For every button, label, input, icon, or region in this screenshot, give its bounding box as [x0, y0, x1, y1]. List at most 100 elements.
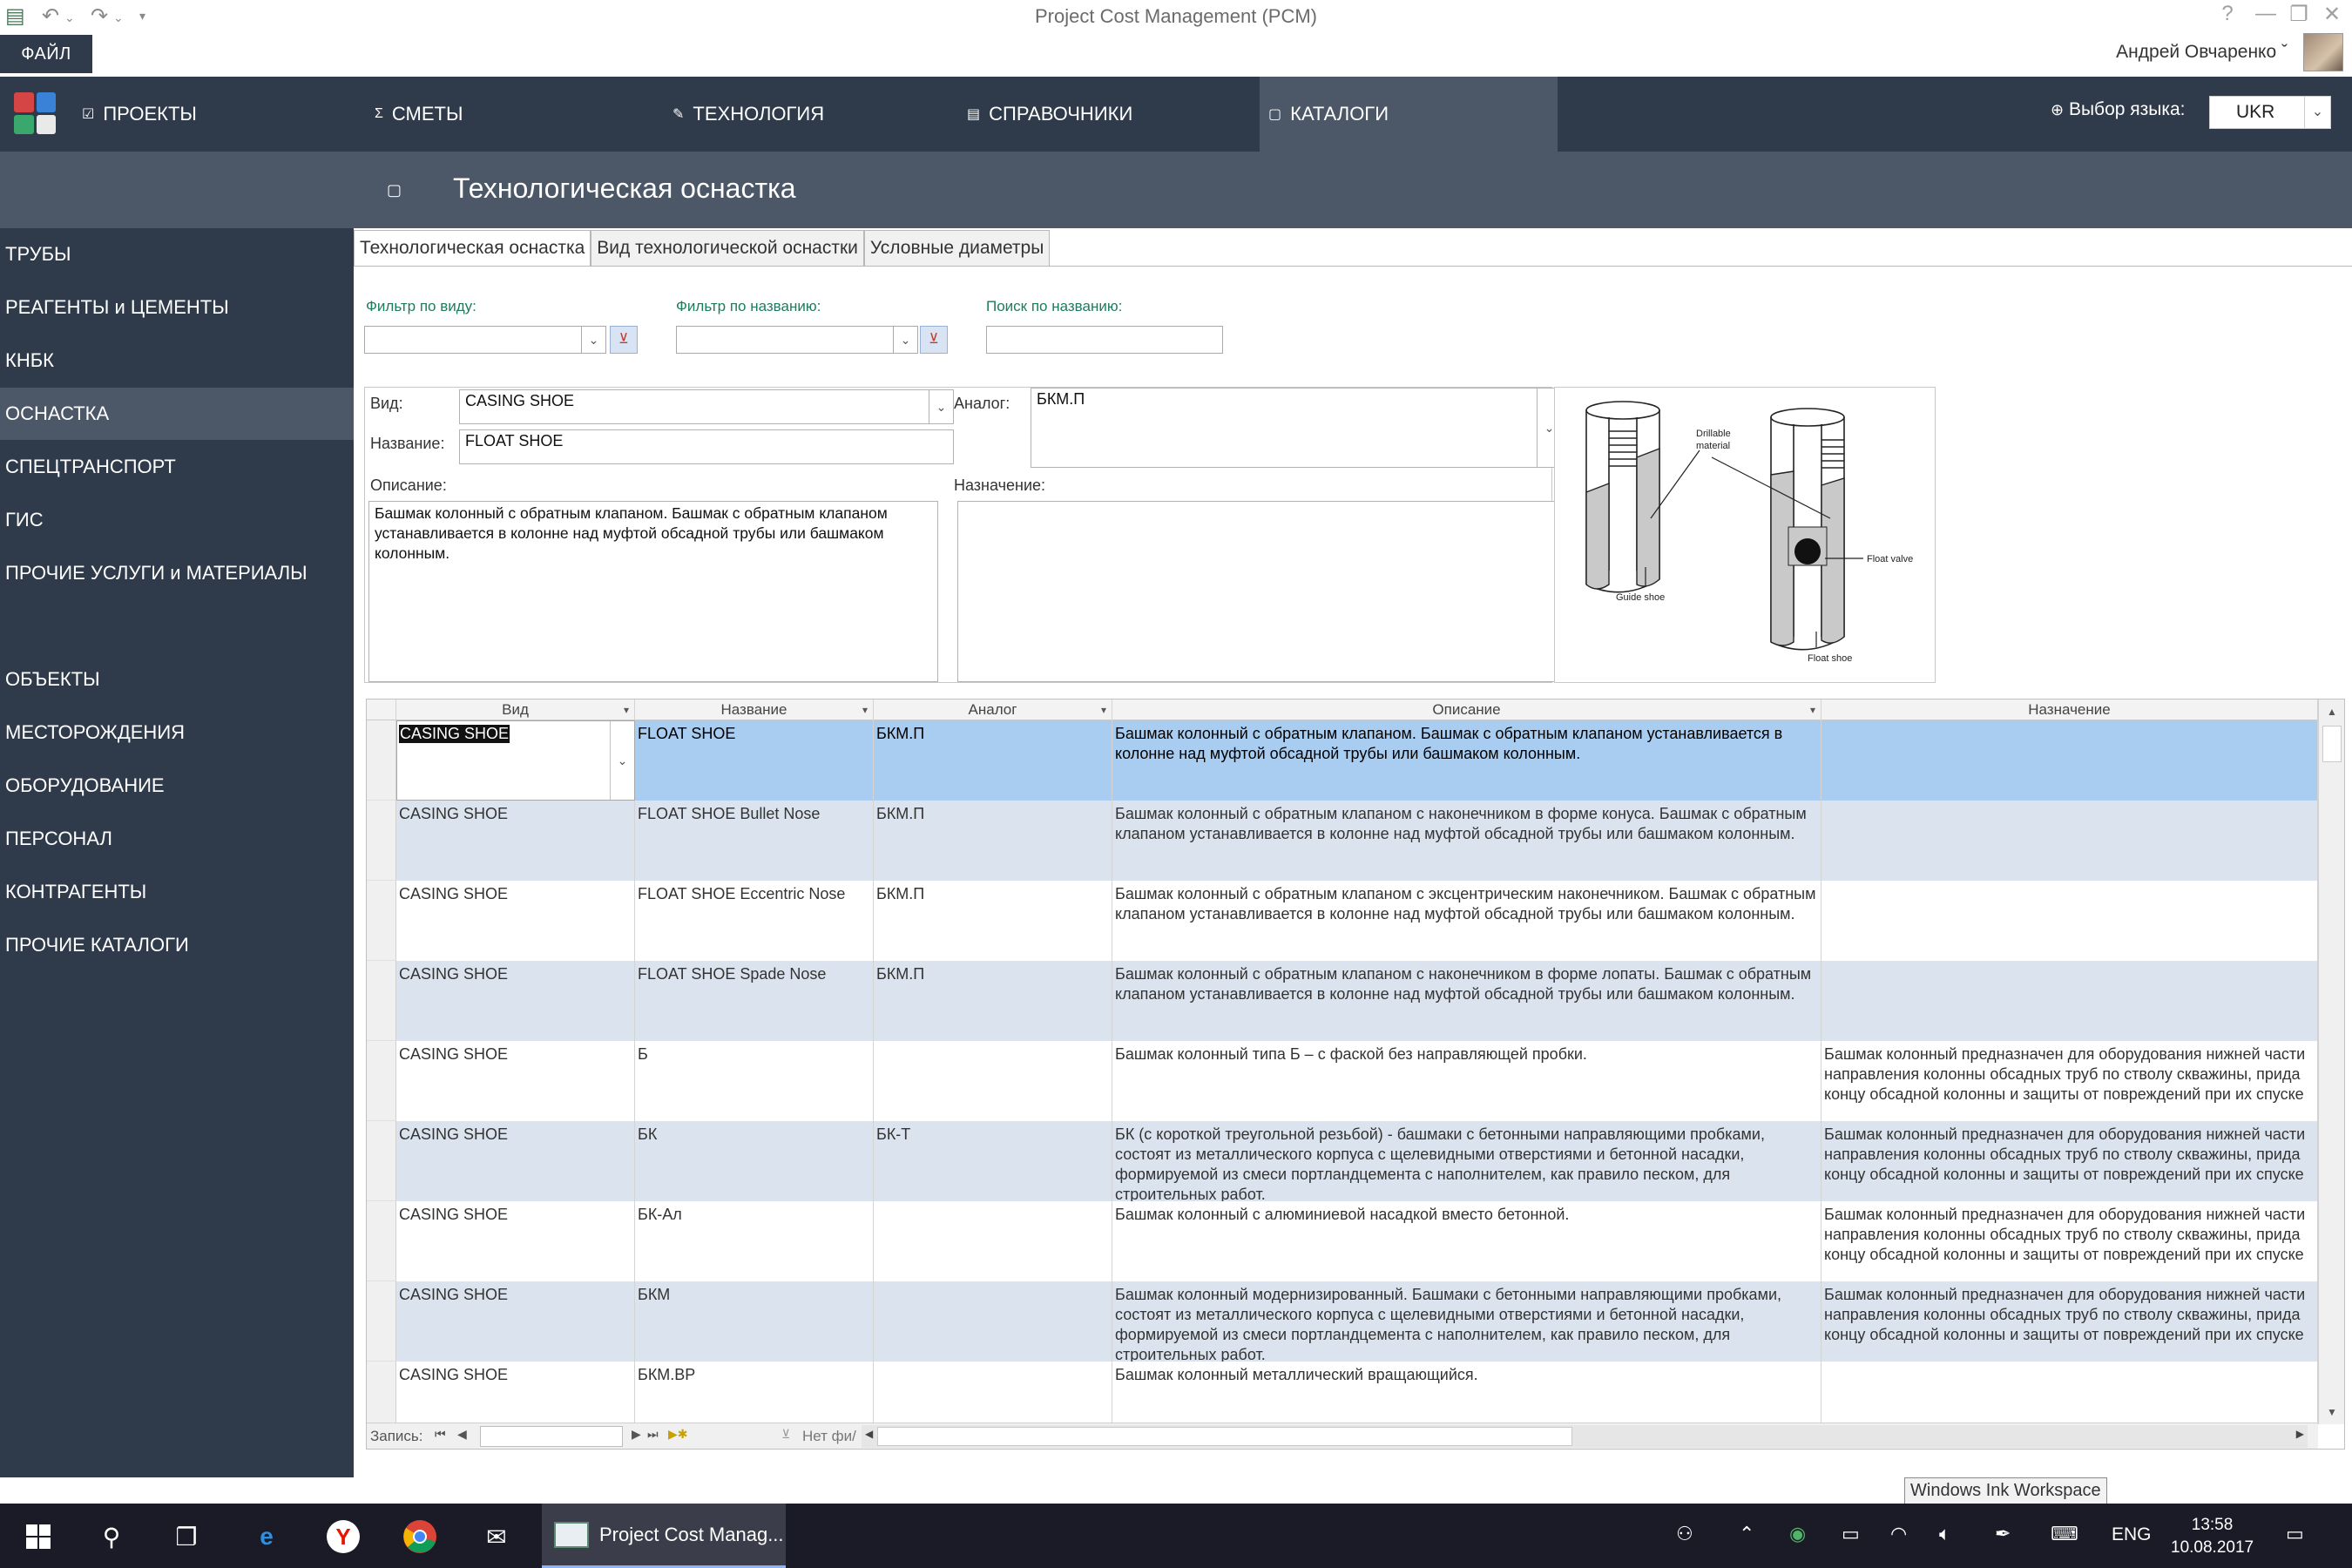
cell-analog[interactable]: [874, 1362, 1112, 1424]
sidebar-item-other-catalogs[interactable]: ПРОЧИЕ КАТАЛОГИ: [0, 919, 354, 971]
next-record-icon[interactable]: ▶: [632, 1427, 641, 1442]
task-view-icon[interactable]: ❐: [167, 1517, 206, 1556]
cell-purpose[interactable]: Башмак колонный предназначен для оборудо…: [1821, 1121, 2318, 1201]
table-row[interactable]: CASING SHOE FLOAT SHOE Bullet Nose БКМ.П Ба…: [367, 801, 2318, 881]
column-header-name[interactable]: Название ▾: [635, 700, 874, 720]
table-row[interactable]: CASING SHOE FLOAT SHOE Spade Nose БКМ.П Баш…: [367, 961, 2318, 1041]
sidebar-item-bha[interactable]: КНБК: [0, 335, 354, 387]
sidebar-item-objects[interactable]: ОБЪЕКТЫ: [0, 653, 354, 706]
row-selector[interactable]: [367, 1362, 396, 1424]
cell-name[interactable]: БК: [635, 1121, 874, 1201]
nav-estimates[interactable]: Σ СМЕТЫ: [366, 77, 653, 152]
search-icon[interactable]: ⚲: [92, 1517, 131, 1556]
clock[interactable]: 13:58 10.08.2017: [2171, 1514, 2254, 1559]
pen-icon[interactable]: ✒: [1995, 1523, 2011, 1545]
cell-purpose[interactable]: Башмак колонный предназначен для оборудо…: [1821, 1201, 2318, 1281]
cell-purpose[interactable]: Башмак колонный предназначен для оборудо…: [1821, 1281, 2318, 1362]
scroll-down-icon[interactable]: ▼: [2319, 1400, 2344, 1424]
nav-technology[interactable]: ✎ ТЕХНОЛОГИЯ: [664, 77, 951, 152]
column-header-purpose[interactable]: Назначение: [1821, 700, 2318, 720]
type-select[interactable]: CASING SHOE ⌄: [459, 389, 954, 424]
chevron-down-icon[interactable]: ⌄: [893, 327, 917, 353]
filter-by-name-select[interactable]: ⌄: [676, 326, 918, 354]
cell-analog[interactable]: [874, 1041, 1112, 1121]
show-hidden-icons-icon[interactable]: ⌃: [1739, 1523, 1754, 1545]
cell-purpose[interactable]: [1821, 801, 2318, 881]
cell-name[interactable]: БКМ: [635, 1281, 874, 1362]
column-header-analog[interactable]: Аналог ▾: [874, 700, 1112, 720]
scroll-right-icon[interactable]: ▶: [2296, 1428, 2304, 1440]
cell-purpose[interactable]: Башмак колонный предназначен для оборудо…: [1821, 1041, 2318, 1121]
cell-type[interactable]: CASING SHOE: [396, 1041, 635, 1121]
file-tab[interactable]: ФАЙЛ: [0, 35, 92, 73]
row-selector[interactable]: [367, 1281, 396, 1362]
cell-analog[interactable]: [874, 1201, 1112, 1281]
cell-analog[interactable]: БК-Т: [874, 1121, 1112, 1201]
cell-description[interactable]: БК (с короткой треугольной резьбой) - ба…: [1112, 1121, 1821, 1201]
chrome-browser-icon[interactable]: [401, 1517, 439, 1556]
cell-name[interactable]: FLOAT SHOE Spade Nose: [635, 961, 874, 1041]
description-textarea[interactable]: Башмак колонный с обратным клапаном. Баш…: [368, 501, 938, 682]
cell-type[interactable]: CASING SHOE: [396, 1121, 635, 1201]
analog-select[interactable]: БКМ.П ⌄: [1031, 388, 1562, 468]
cell-description[interactable]: Башмак колонный с обратным клапаном с эк…: [1112, 881, 1821, 961]
tab-equipment-types[interactable]: Вид технологической оснастки: [591, 230, 864, 267]
chevron-down-icon[interactable]: ⌄: [581, 327, 605, 353]
purpose-textarea[interactable]: [957, 501, 1562, 682]
sort-arrow-icon[interactable]: ▾: [624, 700, 629, 720]
cell-description[interactable]: Башмак колонный с обратным клапаном с на…: [1112, 801, 1821, 881]
previous-record-icon[interactable]: ◀: [457, 1427, 467, 1442]
cell-analog[interactable]: БКМ.П: [874, 720, 1112, 801]
minimize-icon[interactable]: —: [2251, 2, 2281, 26]
network-status-icon[interactable]: ◉: [1789, 1523, 1806, 1545]
row-selector[interactable]: [367, 720, 396, 801]
cell-type[interactable]: CASING SHOE: [396, 1281, 635, 1362]
volume-icon[interactable]: 🔈︎: [1939, 1523, 1950, 1545]
cell-description[interactable]: Башмак колонный типа Б – с фаской без на…: [1112, 1041, 1821, 1121]
cell-analog[interactable]: БКМ.П: [874, 961, 1112, 1041]
row-selector[interactable]: [367, 1041, 396, 1121]
type-cell-editor[interactable]: CASING SHOE ⌄: [396, 720, 635, 801]
people-icon[interactable]: ⚇: [1676, 1523, 1693, 1545]
nav-projects[interactable]: ☑ ПРОЕКТЫ: [73, 77, 361, 152]
close-icon[interactable]: ✕: [2317, 2, 2347, 27]
clear-name-filter-button[interactable]: ⊻: [920, 326, 948, 354]
cell-name[interactable]: FLOAT SHOE: [635, 720, 874, 801]
taskbar-app-pcm[interactable]: Project Cost Manag...: [542, 1504, 786, 1568]
keyboard-icon[interactable]: ⌨: [2051, 1523, 2078, 1545]
cell-type[interactable]: CASING SHOE: [396, 1201, 635, 1281]
column-header-description[interactable]: Описание ▾: [1112, 700, 1821, 720]
cell-analog[interactable]: БКМ.П: [874, 801, 1112, 881]
row-selector[interactable]: [367, 801, 396, 881]
sort-arrow-icon[interactable]: ▾: [1810, 700, 1815, 720]
scroll-thumb[interactable]: [877, 1427, 1572, 1446]
sidebar-item-contractors[interactable]: КОНТРАГЕНТЫ: [0, 866, 354, 918]
edge-browser-icon[interactable]: e: [247, 1517, 286, 1556]
cell-name[interactable]: FLOAT SHOE Bullet Nose: [635, 801, 874, 881]
table-row[interactable]: CASING SHOE БКМ Башмак колонный модернизир…: [367, 1281, 2318, 1362]
cell-analog[interactable]: БКМ.П: [874, 881, 1112, 961]
cell-name[interactable]: Б: [635, 1041, 874, 1121]
sidebar-item-gis[interactable]: ГИС: [0, 494, 354, 546]
cell-type[interactable]: CASING SHOE: [396, 881, 635, 961]
row-selector[interactable]: [367, 1201, 396, 1281]
yandex-browser-icon[interactable]: Y: [324, 1517, 362, 1556]
last-record-icon[interactable]: ⏭: [647, 1427, 659, 1442]
cell-type[interactable]: CASING SHOE: [396, 1362, 635, 1424]
sidebar-item-reagents[interactable]: РЕАГЕНТЫ и ЦЕМЕНТЫ: [0, 281, 354, 334]
sidebar-item-pipes[interactable]: ТРУБЫ: [0, 228, 354, 280]
cell-description[interactable]: Башмак колонный с обратным клапаном. Баш…: [1112, 720, 1821, 801]
table-row[interactable]: CASING SHOE БК БК-Т БК (с короткой треуголь…: [367, 1121, 2318, 1201]
sort-arrow-icon[interactable]: ▾: [862, 700, 868, 720]
cell-name[interactable]: БКМ.ВР: [635, 1362, 874, 1424]
no-filter-label[interactable]: Нет фи/: [802, 1428, 856, 1445]
restore-icon[interactable]: ❐: [2284, 2, 2314, 27]
avatar[interactable]: [2303, 33, 2343, 71]
row-selector[interactable]: [367, 961, 396, 1041]
scroll-thumb[interactable]: [2322, 726, 2342, 762]
cell-purpose[interactable]: [1821, 720, 2318, 801]
cell-description[interactable]: Башмак колонный с обратным клапаном с на…: [1112, 961, 1821, 1041]
cell-description[interactable]: Башмак колонный модернизированный. Башма…: [1112, 1281, 1821, 1362]
horizontal-scrollbar[interactable]: ◀ ▶: [862, 1425, 2308, 1448]
scroll-left-icon[interactable]: ◀: [865, 1428, 873, 1440]
